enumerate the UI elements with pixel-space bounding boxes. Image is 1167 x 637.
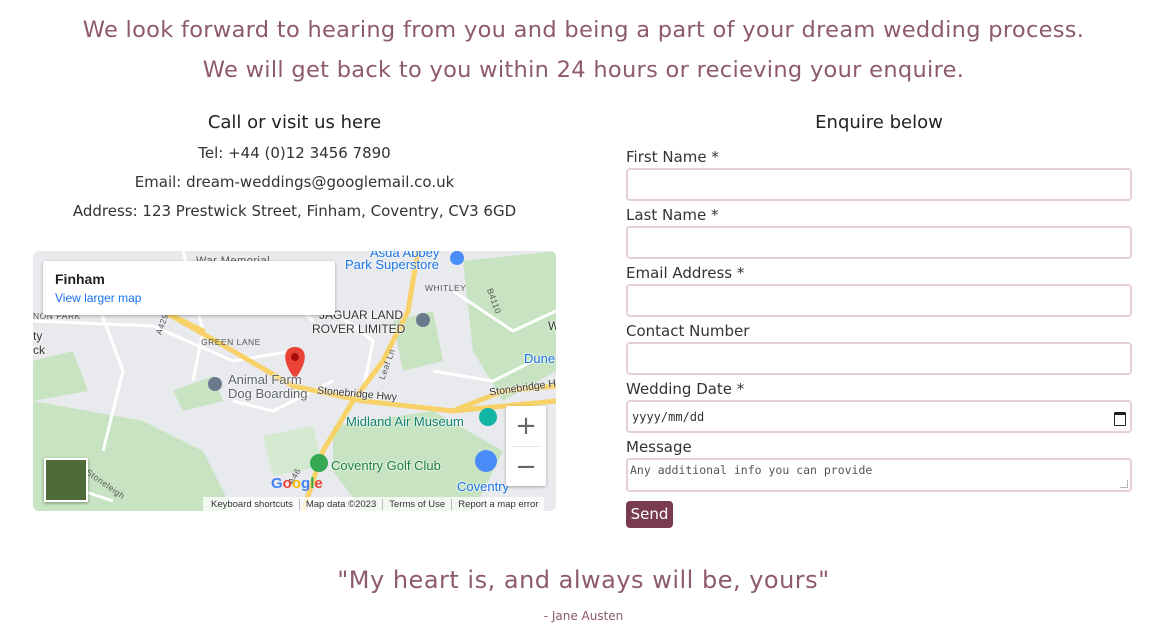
contact-section: Call or visit us here Tel: +44 (0)12 345… <box>33 110 556 226</box>
message-label: Message <box>626 438 692 456</box>
message-textarea[interactable]: Any additional info you can provide <box>626 458 1132 492</box>
contact-heading: Call or visit us here <box>207 112 382 133</box>
map-label-midland-air-museum: Midland Air Museum <box>346 414 464 429</box>
last-name-label: Last Name * <box>626 206 719 224</box>
quote-text: "My heart is, and always will be, yours" <box>337 566 830 594</box>
contact-tel: Tel: +44 (0)12 3456 7890 <box>198 144 391 162</box>
last-name-input[interactable] <box>626 226 1132 259</box>
contact-email: Email: dream-weddings@googlemail.co.uk <box>134 173 455 191</box>
quote-author: - Jane Austen <box>543 609 624 623</box>
map-label-animal-farm-2: Dog Boarding <box>228 386 308 401</box>
map-place-name: Finham <box>55 271 105 287</box>
map-label-jaguar-2: ROVER LIMITED <box>312 322 406 336</box>
google-logo: Google <box>271 475 323 492</box>
report-map-error-link[interactable]: Report a map error <box>451 498 544 510</box>
map-label-park-superstore: Park Superstore <box>345 257 439 272</box>
wedding-date-input[interactable]: yyyy/mm/dd <box>626 400 1132 433</box>
map-label-coventry: Coventry <box>457 479 510 494</box>
map-label-animal-farm-1: Animal Farm <box>228 372 302 387</box>
enquiry-form: Enquire below First Name * Last Name * E… <box>626 110 1132 528</box>
first-name-input[interactable] <box>626 168 1132 201</box>
contact-number-input[interactable] <box>626 342 1132 375</box>
intro-text: We look forward to hearing from you and … <box>0 10 1167 90</box>
map-zoom-control: + − <box>506 406 546 486</box>
map-label-dune: Dune <box>524 351 556 366</box>
map-label-whitley: WHITLEY <box>425 283 467 293</box>
first-name-label: First Name * <box>626 148 719 166</box>
map-attribution: Keyboard shortcuts Map data ©2023 Terms … <box>203 497 545 511</box>
map-label-ck: ck <box>33 343 45 357</box>
email-label: Email Address * <box>626 264 745 282</box>
map-label-w: W <box>548 319 556 333</box>
map-label-green-lane: GREEN LANE <box>201 337 261 347</box>
contact-address: Address: 123 Prestwick Street, Finham, C… <box>72 202 517 220</box>
intro-line-2: We will get back to you within 24 hours … <box>202 57 965 83</box>
contact-number-label: Contact Number <box>626 322 750 340</box>
view-larger-map-link[interactable]: View larger map <box>55 291 141 305</box>
message-placeholder: Any additional info you can provide <box>630 463 873 477</box>
wedding-date-label: Wedding Date * <box>626 380 745 398</box>
form-heading: Enquire below <box>815 112 943 133</box>
zoom-out-button[interactable]: − <box>506 447 546 486</box>
email-input[interactable] <box>626 284 1132 317</box>
resize-grip-icon[interactable] <box>1120 480 1128 488</box>
date-placeholder: yyyy/mm/dd <box>632 409 705 424</box>
keyboard-shortcuts-link[interactable]: Keyboard shortcuts <box>205 499 299 510</box>
satellite-toggle-button[interactable] <box>44 458 88 502</box>
zoom-in-button[interactable]: + <box>506 406 546 446</box>
map-data-text: Map data ©2023 <box>298 498 382 510</box>
map-label-ty: ty <box>33 329 43 343</box>
calendar-icon[interactable] <box>1114 411 1126 426</box>
google-map[interactable]: War Memorial Asda Abbey Park Superstore … <box>33 251 556 511</box>
terms-of-use-link[interactable]: Terms of Use <box>382 498 451 510</box>
send-button[interactable]: Send <box>626 501 673 528</box>
intro-line-1: We look forward to hearing from you and … <box>82 17 1085 43</box>
map-info-card: Finham View larger map <box>43 261 335 315</box>
map-label-coventry-golf-club: Coventry Golf Club <box>331 458 441 473</box>
